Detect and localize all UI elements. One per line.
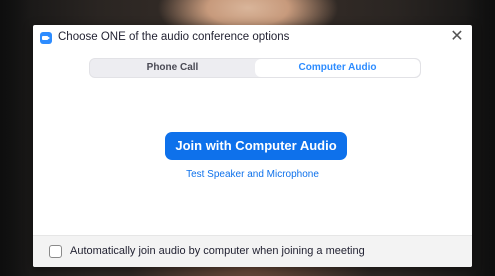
dialog-title: Choose ONE of the audio conference optio… xyxy=(58,31,290,43)
tab-phone-call[interactable]: Phone Call xyxy=(90,59,255,77)
test-speaker-microphone-link[interactable]: Test Speaker and Microphone xyxy=(33,169,472,180)
dialog-titlebar: Choose ONE of the audio conference optio… xyxy=(33,25,472,51)
dialog-footer: Automatically join audio by computer whe… xyxy=(33,235,472,267)
auto-join-label: Automatically join audio by computer whe… xyxy=(70,245,365,257)
join-computer-audio-button[interactable]: Join with Computer Audio xyxy=(165,132,347,160)
tab-computer-audio[interactable]: Computer Audio xyxy=(255,59,420,77)
auto-join-checkbox[interactable] xyxy=(49,245,62,258)
audio-options-dialog: Choose ONE of the audio conference optio… xyxy=(33,25,472,267)
zoom-camera-icon xyxy=(40,32,52,44)
background-shadow-left xyxy=(0,0,30,276)
audio-tabs: Phone Call Computer Audio xyxy=(89,58,421,78)
close-icon[interactable]: ✕ xyxy=(449,29,465,45)
